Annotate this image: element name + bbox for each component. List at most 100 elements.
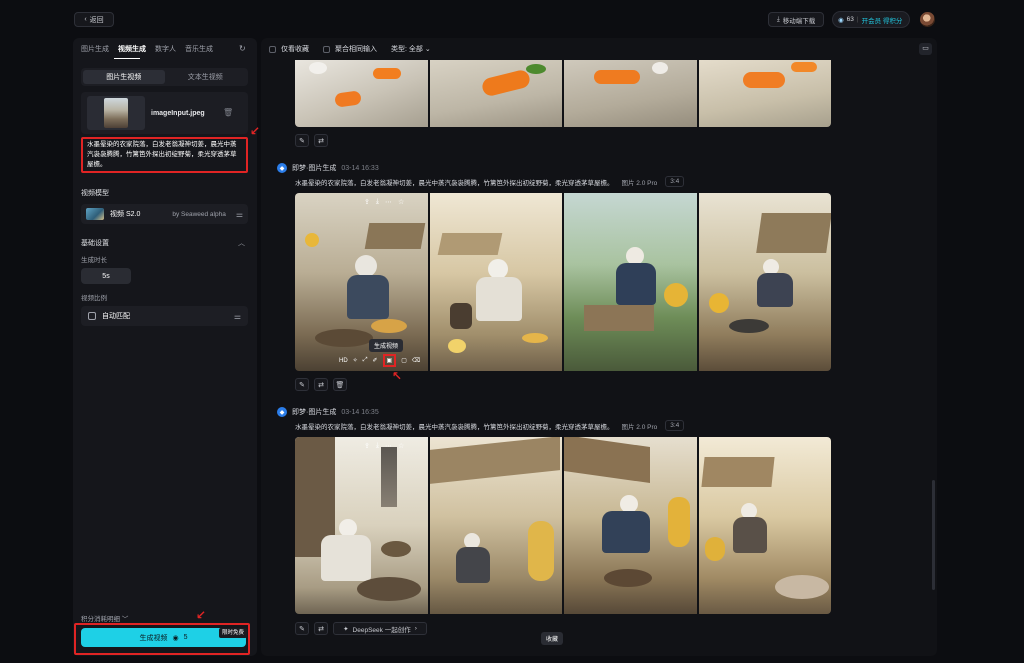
sliders-icon: ⚌ bbox=[233, 311, 241, 321]
chevron-down-icon: ﹀ bbox=[121, 616, 129, 623]
filter-bar: 仅看收藏 聚合相同输入 类型: 全部 ⌄ bbox=[269, 44, 431, 54]
trash-icon[interactable]: 🗑 bbox=[223, 108, 233, 117]
credits-pill[interactable]: ◉ 63 | 开会员 得积分 bbox=[832, 11, 910, 28]
result-image[interactable] bbox=[698, 437, 831, 614]
tab-digital-human[interactable]: 数字人 bbox=[155, 44, 176, 54]
hd-button[interactable]: HD bbox=[339, 358, 348, 364]
regenerate-icon[interactable]: ⇄ bbox=[314, 378, 328, 391]
generate-label: 生成视频 bbox=[139, 634, 168, 642]
sliders-icon[interactable]: ⚌ bbox=[236, 210, 243, 219]
type-filter-dropdown[interactable]: 类型: 全部 ⌄ bbox=[391, 44, 431, 54]
generation-description: 水墨晕染的农家院落，白发老翁凝神切姜，晨光中蒸汽袅袅腾腾，竹篱笆外探出初绽野菊，… bbox=[295, 420, 685, 431]
generation-description: 水墨晕染的农家院落，白发老翁凝神切姜，晨光中蒸汽袅袅腾腾，竹篱笆外探出初绽野菊，… bbox=[295, 176, 685, 187]
row-actions: ✎ ⇄ ✦ DeepSeek 一起创作 › bbox=[295, 622, 427, 635]
tab-video-gen[interactable]: 视频生成 bbox=[118, 44, 146, 54]
more-icon[interactable]: ⋯ bbox=[385, 442, 392, 450]
result-image[interactable] bbox=[295, 193, 428, 371]
edit-icon[interactable]: ✎ bbox=[295, 622, 309, 635]
brush-icon[interactable]: ✐ bbox=[373, 357, 378, 364]
red-arrow-icon: ↙ bbox=[250, 124, 261, 138]
prompt-textarea[interactable]: 水墨晕染的农家院落，白发老翁凝神切姜，晨光中蒸汽袅袅腾腾，竹篱笆外探出初绽野菊，… bbox=[81, 137, 248, 173]
share-icon[interactable]: ⇪ bbox=[364, 442, 370, 450]
row-actions: ✎ ⇄ 🗑 bbox=[295, 378, 347, 391]
favorites-only-checkbox[interactable]: 仅看收藏 bbox=[269, 44, 309, 54]
favorites-only-label: 仅看收藏 bbox=[281, 46, 309, 53]
expand-icon[interactable]: ⤢ bbox=[363, 357, 368, 364]
generation-tabs: 图片生成 视频生成 数字人 音乐生成 bbox=[81, 44, 213, 54]
generate-video-tooltip: 生成视频 bbox=[369, 339, 404, 352]
credit-count: 63 bbox=[846, 16, 854, 23]
dreamina-logo-icon: ◆ bbox=[277, 163, 287, 173]
duration-label: 生成时长 bbox=[81, 257, 107, 264]
limited-free-badge: 限时免费 bbox=[219, 628, 248, 638]
duration-chip[interactable]: 5s bbox=[81, 268, 131, 284]
model-thumbnail bbox=[86, 208, 104, 220]
share-icon[interactable]: ⇪ bbox=[364, 198, 370, 206]
regenerate-icon[interactable]: ⇄ bbox=[314, 134, 328, 147]
result-image[interactable] bbox=[698, 193, 831, 371]
generation-header: ◆ 即梦·图片生成 03-14 16:35 bbox=[277, 407, 379, 417]
download-icon[interactable]: ⤓ bbox=[376, 442, 379, 450]
result-image[interactable] bbox=[698, 60, 831, 127]
eraser-icon[interactable]: ⌫ bbox=[412, 357, 420, 364]
result-image[interactable] bbox=[564, 193, 697, 371]
chevron-down-icon: ⌄ bbox=[424, 46, 431, 53]
generation-source: 即梦·图片生成 bbox=[292, 165, 337, 172]
trash-icon[interactable]: 🗑 bbox=[333, 378, 347, 391]
deepseek-button[interactable]: ✦ DeepSeek 一起创作 › bbox=[333, 622, 427, 635]
folder-icon[interactable]: ▭ bbox=[919, 43, 932, 55]
model-tag: 图片 2.0 Pro bbox=[621, 179, 658, 187]
edit-icon[interactable]: ✎ bbox=[295, 378, 309, 391]
ratio-selector[interactable]: 自动匹配 ⚌ bbox=[81, 306, 248, 326]
ratio-tag: 3:4 bbox=[665, 420, 685, 431]
result-image[interactable] bbox=[429, 60, 562, 127]
tab-image-gen[interactable]: 图片生成 bbox=[81, 44, 109, 54]
dreamina-logo-icon: ◆ bbox=[277, 407, 287, 417]
result-image[interactable] bbox=[429, 193, 562, 371]
model-selector[interactable]: 视频 S2.0 by Seaweed alpha ⚌ bbox=[81, 204, 248, 224]
avatar[interactable] bbox=[920, 12, 935, 27]
group-same-input-checkbox[interactable]: 聚合相同输入 bbox=[323, 44, 377, 54]
image-hover-toolbar: HD ✧ ⤢ ✐ ▣ ▢ ⌫ bbox=[339, 354, 420, 367]
more-icon[interactable]: ⋯ bbox=[385, 198, 392, 206]
generation-prompt: 水墨晕染的农家院落，白发老翁凝神切姜，晨光中蒸汽袅袅腾腾，竹篱笆外探出初绽野菊，… bbox=[295, 423, 614, 431]
ratio-value: 自动匹配 bbox=[102, 313, 130, 320]
result-image[interactable] bbox=[295, 60, 428, 127]
basic-settings-label: 基础设置 bbox=[81, 240, 109, 247]
file-name: imageInput.jpeg bbox=[151, 110, 205, 117]
download-label: 移动端下载 bbox=[782, 17, 816, 25]
download-icon[interactable]: ⤓ bbox=[376, 198, 379, 206]
mode-image-to-video[interactable]: 图片生视频 bbox=[83, 70, 165, 84]
video-icon[interactable]: ▣ bbox=[382, 354, 397, 367]
mode-text-to-video[interactable]: 文本生视频 bbox=[165, 70, 247, 84]
regenerate-icon[interactable]: ⇄ bbox=[314, 622, 328, 635]
mode-switch: 图片生视频 文本生视频 bbox=[81, 68, 248, 86]
chevron-up-icon[interactable]: ︿ bbox=[238, 238, 245, 248]
generation-source: 即梦·图片生成 bbox=[292, 409, 337, 416]
generation-header: ◆ 即梦·图片生成 03-14 16:33 bbox=[277, 163, 379, 173]
deepseek-icon: ✦ bbox=[343, 625, 349, 633]
uploaded-image[interactable] bbox=[87, 96, 145, 130]
star-icon[interactable]: ☆ bbox=[398, 198, 404, 206]
edit-icon[interactable]: ✎ bbox=[295, 134, 309, 147]
download-icon: ⤓ bbox=[776, 15, 780, 23]
ratio-tag: 3:4 bbox=[665, 176, 685, 187]
image-top-toolbar: ⇪ ⤓ ⋯ ☆ bbox=[364, 442, 404, 450]
result-image[interactable] bbox=[429, 437, 562, 614]
scrollbar[interactable] bbox=[932, 480, 935, 590]
chevron-left-icon: ‹ bbox=[84, 16, 87, 23]
image-top-toolbar: ⇪ ⤓ ⋯ ☆ bbox=[364, 198, 404, 206]
crop-icon[interactable]: ▢ bbox=[401, 357, 407, 364]
magic-wand-icon[interactable]: ✧ bbox=[353, 357, 358, 364]
result-image[interactable] bbox=[564, 60, 697, 127]
vip-label[interactable]: 开会员 得积分 bbox=[862, 15, 903, 25]
refresh-icon[interactable]: ↻ bbox=[239, 44, 248, 53]
credit-detail-link[interactable]: 积分消耗明细 ﹀ bbox=[81, 613, 128, 623]
result-image[interactable] bbox=[564, 437, 697, 614]
back-button[interactable]: ‹ 返回 bbox=[74, 12, 114, 27]
result-image[interactable] bbox=[295, 437, 428, 614]
star-icon[interactable]: ☆ bbox=[398, 442, 404, 450]
back-label: 返回 bbox=[89, 16, 104, 24]
mobile-download-button[interactable]: ⤓ 移动端下载 bbox=[768, 12, 824, 27]
tab-music-gen[interactable]: 音乐生成 bbox=[185, 44, 213, 54]
